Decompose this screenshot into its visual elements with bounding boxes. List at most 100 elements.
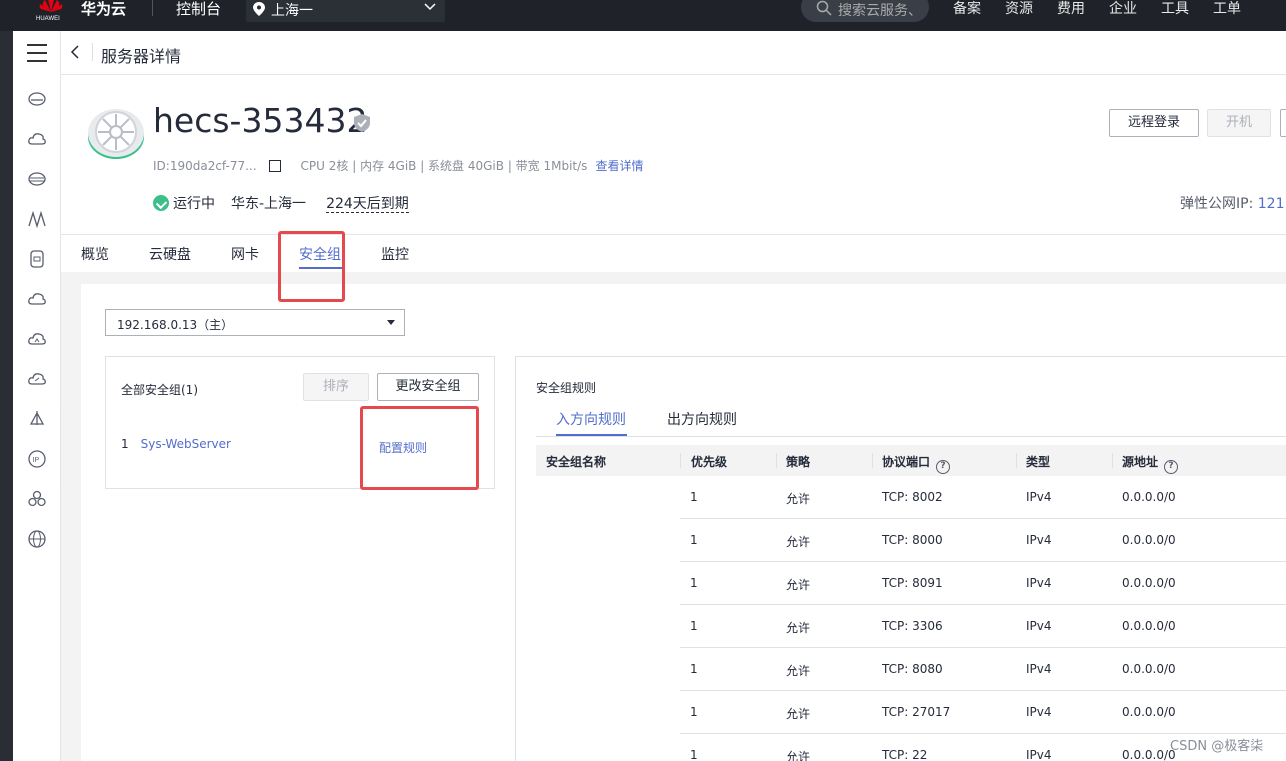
change-security-group-button[interactable]: 更改安全组 (377, 373, 479, 401)
tab-inbound-rules[interactable]: 入方向规则 (556, 409, 626, 429)
table-row: 1 允许 TCP: 8000 IPv4 0.0.0.0/0 (680, 519, 1286, 562)
cell-source: 0.0.0.0/0 (1122, 490, 1176, 504)
cloud-speed-icon[interactable] (27, 369, 47, 389)
cloud-icon[interactable] (27, 129, 47, 149)
menu-icon[interactable] (27, 44, 47, 62)
remote-login-button[interactable]: 远程登录 (1109, 109, 1199, 137)
cell-priority: 1 (690, 533, 698, 547)
network-icon[interactable] (27, 209, 47, 229)
cell-priority: 1 (690, 619, 698, 633)
home-cloud-icon[interactable] (27, 329, 47, 349)
brand-name[interactable]: 华为云 (81, 0, 126, 19)
chevron-down-icon (424, 3, 436, 11)
console-link[interactable]: 控制台 (176, 0, 221, 19)
globe-icon[interactable] (27, 529, 47, 549)
list-item: 1 Sys-WebServer (121, 437, 231, 451)
help-icon[interactable]: ? (936, 460, 951, 474)
nav-resources[interactable]: 资源 (1005, 0, 1033, 18)
sail-icon[interactable] (27, 409, 47, 429)
col-protocol-port-label: 协议端口 (882, 455, 931, 469)
top-navbar: HUAWEI 华为云 控制台 上海一 搜索云服务、 备案 资源 费用 企业 工具… (0, 0, 1286, 31)
cell-action: 允许 (786, 492, 811, 506)
nav-tools[interactable]: 工具 (1161, 0, 1189, 18)
cell-type: IPv4 (1026, 490, 1052, 504)
back-arrow-icon[interactable] (70, 45, 80, 59)
col-source: 源地址? (1122, 453, 1179, 474)
spec-summary: CPU 2核 | 内存 4GiB | 系统盘 40GiB | 带宽 1Mbit/… (300, 159, 588, 173)
storage-icon[interactable] (27, 169, 47, 189)
caret-down-icon (387, 320, 395, 325)
cell-priority: 1 (690, 705, 698, 719)
cluster-icon[interactable] (27, 489, 47, 509)
nav-tickets[interactable]: 工单 (1213, 0, 1241, 18)
active-subtab-indicator (556, 434, 627, 436)
cell-type: IPv4 (1026, 576, 1052, 590)
security-group-name-link[interactable]: Sys-WebServer (141, 437, 231, 451)
help-icon[interactable]: ? (1164, 460, 1179, 474)
column-divider (776, 453, 777, 468)
tab-disks[interactable]: 云硬盘 (149, 244, 191, 264)
copy-icon[interactable] (268, 160, 281, 172)
cell-port: TCP: 3306 (882, 619, 943, 633)
server-specs: ID:190da2cf-77... CPU 2核 | 内存 4GiB | 系统盘 … (153, 157, 643, 174)
table-row: 1 允许 TCP: 27017 IPv4 0.0.0.0/0 (680, 691, 1286, 734)
cell-port: TCP: 22 (882, 748, 928, 761)
subtab-divider (536, 436, 1286, 437)
cloud-server-icon[interactable] (27, 89, 47, 109)
cell-type: IPv4 (1026, 662, 1052, 676)
nav-filing[interactable]: 备案 (953, 0, 981, 18)
nic-select[interactable]: 192.168.0.13（主） (105, 309, 405, 336)
breadcrumb-divider (92, 43, 93, 61)
cell-source: 0.0.0.0/0 (1122, 576, 1176, 590)
expire-info[interactable]: 224天后到期 (326, 196, 409, 213)
tab-nic[interactable]: 网卡 (231, 244, 259, 264)
more-actions-button[interactable] (1280, 109, 1286, 137)
search-icon (816, 0, 832, 16)
svg-text:IP: IP (33, 457, 40, 464)
cell-type: IPv4 (1026, 619, 1052, 633)
list-item-index: 1 (121, 437, 129, 451)
cell-action: 允许 (786, 750, 811, 761)
column-divider (680, 453, 681, 468)
sort-button[interactable]: 排序 (303, 373, 369, 401)
col-priority: 优先级 (691, 455, 728, 469)
cell-action: 允许 (786, 578, 811, 592)
search-input[interactable]: 搜索云服务、 (801, 0, 929, 22)
cell-port: TCP: 8002 (882, 490, 943, 504)
nav-billing[interactable]: 费用 (1057, 0, 1085, 18)
cell-type: IPv4 (1026, 533, 1052, 547)
security-group-rules: 安全组规则 入方向规则 出方向规则 安全组名称 优先级 策略 协议端口? 类型 … (515, 356, 1286, 761)
cell-source: 0.0.0.0/0 (1122, 662, 1176, 676)
table-header: 安全组名称 优先级 策略 协议端口? 类型 源地址? (536, 445, 1286, 476)
breadcrumb: 服务器详情 (61, 31, 1286, 75)
search-placeholder: 搜索云服务、 (838, 3, 922, 19)
ip-icon[interactable]: IP (27, 449, 47, 469)
nav-divider (152, 0, 153, 16)
start-button[interactable]: 开机 (1207, 109, 1271, 137)
shield-icon (354, 114, 370, 132)
table-row: 1 允许 TCP: 8002 IPv4 0.0.0.0/0 (680, 476, 1286, 519)
cloud-upload-icon[interactable] (27, 289, 47, 309)
tab-overview[interactable]: 概览 (81, 244, 109, 264)
database-icon[interactable] (27, 249, 47, 269)
server-name: hecs-353432 (153, 101, 368, 140)
highlight-box-configure-rules (360, 406, 479, 490)
nav-enterprise[interactable]: 企业 (1109, 0, 1137, 18)
tab-monitoring[interactable]: 监控 (381, 244, 409, 264)
huawei-logo-icon[interactable]: HUAWEI (36, 0, 66, 22)
cell-action: 允许 (786, 535, 811, 549)
col-action: 策略 (786, 455, 811, 469)
cell-source: 0.0.0.0/0 (1122, 748, 1176, 761)
cell-port: TCP: 8000 (882, 533, 943, 547)
background-window-strip (0, 31, 13, 761)
eip-value[interactable]: 121.3 (1258, 196, 1286, 212)
table-row: 1 允许 TCP: 3306 IPv4 0.0.0.0/0 (680, 605, 1286, 648)
cell-priority: 1 (690, 490, 698, 504)
table-row: 1 允许 TCP: 8080 IPv4 0.0.0.0/0 (680, 648, 1286, 691)
tab-outbound-rules[interactable]: 出方向规则 (667, 409, 737, 429)
view-details-link[interactable]: 查看详情 (595, 159, 643, 173)
col-sg-name: 安全组名称 (546, 455, 607, 469)
cell-action: 允许 (786, 621, 811, 635)
region-selector[interactable]: 上海一 (246, 0, 445, 22)
cell-type: IPv4 (1026, 705, 1052, 719)
